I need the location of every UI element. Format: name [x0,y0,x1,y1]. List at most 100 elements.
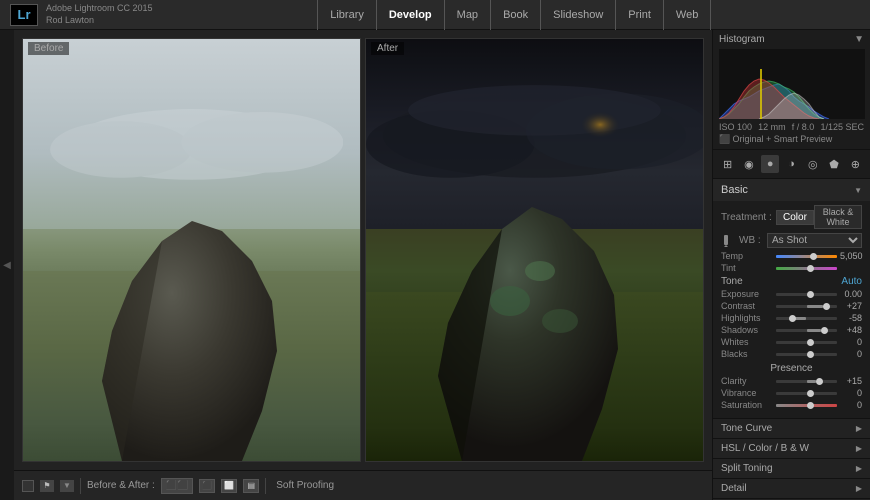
layout-btn-1[interactable]: ⬛ [199,479,215,493]
clarity-thumb[interactable] [816,378,823,385]
vibrance-track[interactable] [776,392,837,395]
clarity-fill [807,380,816,383]
module-nav: Library Develop Map Book Slideshow Print… [317,0,711,30]
adjustment-brush-tool[interactable]: ⬟ [825,155,843,173]
blacks-label: Blacks [721,349,773,359]
wb-select[interactable]: As Shot [767,233,862,248]
saturation-label: Saturation [721,400,773,410]
treatment-label: Treatment : [721,212,776,223]
tint-track[interactable] [776,267,837,270]
highlights-label: Highlights [721,313,773,323]
target-adjustment-tool[interactable]: ⊕ [846,155,864,173]
nav-web[interactable]: Web [664,0,711,30]
nav-develop[interactable]: Develop [377,0,445,30]
contrast-label: Contrast [721,301,773,311]
saturation-slider-row: Saturation 0 [721,400,862,410]
redeye-tool[interactable]: ● [761,155,779,173]
exposure-label: Exposure [721,289,773,299]
divider-2 [265,478,266,494]
wb-row: WB : As Shot [721,233,862,248]
saturation-value: 0 [840,400,862,410]
right-panel: Histogram ▼ ISO 100 [712,30,870,500]
radial-filter-tool[interactable]: ◎ [804,155,822,173]
nav-map[interactable]: Map [445,0,491,30]
nav-book[interactable]: Book [491,0,541,30]
histogram-display [719,49,865,119]
shadows-thumb[interactable] [821,327,828,334]
split-toning-section[interactable]: Split Toning ▶ [713,459,870,479]
treatment-row: Treatment : Color Black & White [721,205,862,229]
histogram-menu-icon[interactable]: ▼ [854,34,864,45]
clarity-value: +15 [840,376,862,386]
vibrance-thumb[interactable] [807,390,814,397]
clarity-track[interactable] [776,380,837,383]
hsl-title: HSL / Color / B & W [721,443,809,454]
saturation-track[interactable] [776,404,837,407]
tone-curve-section[interactable]: Tone Curve ▶ [713,419,870,439]
left-panel-toggle[interactable]: ◀ [0,30,14,500]
whites-thumb[interactable] [807,339,814,346]
left-panel-arrow-icon: ◀ [3,260,11,271]
before-after-split-button[interactable]: ⬛⬛ [161,478,193,494]
layout-btn-3[interactable]: ▤ [243,479,259,493]
exposure-thumb[interactable] [807,291,814,298]
highlights-value: -58 [840,313,862,323]
contrast-thumb[interactable] [823,303,830,310]
main-area: ◀ Before [0,30,870,500]
treatment-color-btn[interactable]: Color [776,210,814,225]
soft-proofing-label: Soft Proofing [276,480,334,491]
after-label: After [371,42,404,55]
nav-library[interactable]: Library [317,0,377,30]
bottom-toolbar: ⚑ ▼ Before & After : ⬛⬛ ⬛ ⬜ ▤ Soft Proof… [14,470,712,500]
app-info: Adobe Lightroom CC 2015 Rod Lawton [46,3,153,26]
checkbox-icon[interactable] [22,480,34,492]
highlights-thumb[interactable] [789,315,796,322]
saturation-thumb[interactable] [807,402,814,409]
detail-section[interactable]: Detail ▶ [713,479,870,499]
color-flag-icon[interactable]: ▼ [60,480,74,492]
layout-btn-2[interactable]: ⬜ [221,479,237,493]
blacks-thumb[interactable] [807,351,814,358]
split-toning-icon: ▶ [856,464,862,473]
tools-row: ⊞ ◉ ● ◑ ◎ ⬟ ⊕ [713,150,870,179]
histogram-chart [719,49,865,119]
spot-removal-tool[interactable]: ◉ [740,155,758,173]
crop-tool[interactable]: ⊞ [719,155,737,173]
flag-icon[interactable]: ⚑ [40,480,54,492]
blacks-track[interactable] [776,353,837,356]
vibrance-label: Vibrance [721,388,773,398]
tint-thumb[interactable] [807,265,814,272]
temp-thumb[interactable] [810,253,817,260]
top-navigation: Lr Adobe Lightroom CC 2015 Rod Lawton Li… [0,0,870,30]
split-toning-title: Split Toning [721,463,773,474]
histogram-section: Histogram ▼ ISO 100 [713,30,870,150]
nav-slideshow[interactable]: Slideshow [541,0,616,30]
basic-collapse-icon: ▼ [854,186,862,195]
aperture-value: f / 8.0 [792,122,815,132]
histogram-header: Histogram ▼ [719,34,864,45]
basic-section-header[interactable]: Basic ▼ [713,179,870,201]
clarity-label: Clarity [721,376,773,386]
graduated-filter-tool[interactable]: ◑ [782,155,800,173]
app-logo: Lr [10,4,38,26]
tone-curve-title: Tone Curve [721,423,772,434]
shadows-fill [807,329,822,332]
temp-track[interactable] [776,255,837,258]
nav-print[interactable]: Print [616,0,664,30]
before-clouds-svg [40,60,343,229]
histogram-info: ISO 100 12 mm f / 8.0 1/125 SEC [719,122,864,132]
highlights-track[interactable] [776,317,837,320]
whites-track[interactable] [776,341,837,344]
shutter-value: 1/125 SEC [820,122,864,132]
exposure-track[interactable] [776,293,837,296]
shadows-track[interactable] [776,329,837,332]
center-view: Before [14,30,712,500]
treatment-bw-btn[interactable]: Black & White [814,205,862,229]
contrast-value: +27 [840,301,862,311]
contrast-track[interactable] [776,305,837,308]
basic-section-content: Treatment : Color Black & White WB : As … [713,201,870,418]
tone-group-label: Tone Auto [721,276,862,287]
before-panel: Before [22,38,361,462]
before-after-view: Before [14,30,712,470]
hsl-section[interactable]: HSL / Color / B & W ▶ [713,439,870,459]
